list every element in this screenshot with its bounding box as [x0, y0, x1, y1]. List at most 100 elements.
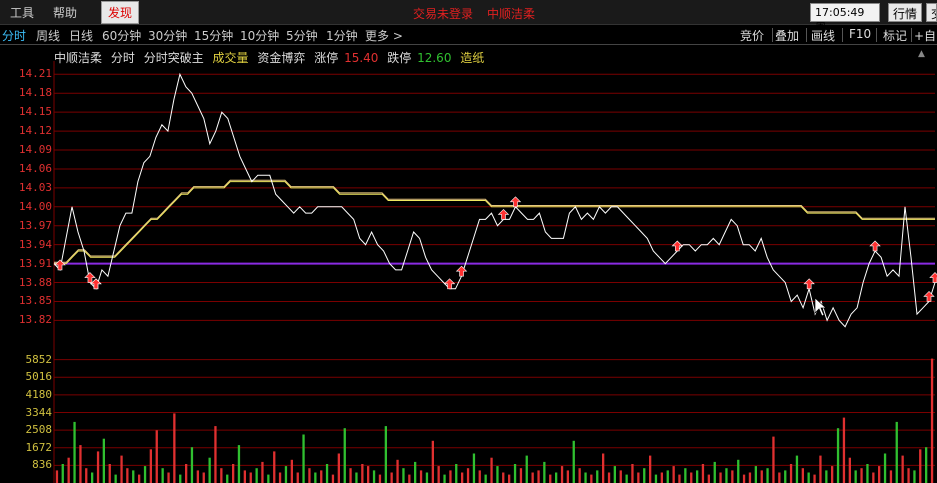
volume-bar: [496, 466, 499, 483]
volume-bar: [549, 474, 552, 483]
volume-bar: [513, 464, 517, 483]
volume-bar: [508, 474, 511, 483]
buy-signal-arrow-icon: [443, 278, 456, 290]
volume-bar: [925, 447, 928, 483]
volume-bar: [607, 472, 611, 483]
volume-bar: [566, 470, 569, 483]
volume-bar: [67, 457, 70, 483]
volume-bar: [889, 470, 893, 483]
volume-bar: [220, 468, 223, 483]
volume-bar: [537, 470, 540, 483]
volume-bar: [367, 466, 370, 483]
volume-bar: [320, 470, 323, 483]
volume-bar: [237, 445, 241, 483]
volume-bar: [378, 474, 382, 483]
volume-bar: [243, 470, 246, 483]
volume-bar: [96, 451, 100, 483]
volume-bar: [232, 464, 235, 483]
volume-bar: [842, 417, 846, 483]
volume-bar: [531, 472, 534, 483]
volume-bar: [907, 468, 910, 483]
volume-bar: [555, 472, 558, 483]
volume-bar: [325, 464, 329, 483]
volume-bar: [784, 470, 787, 483]
volume-bar: [337, 453, 340, 483]
volume-bar: [284, 466, 288, 483]
intraday-chart[interactable]: [0, 0, 937, 483]
volume-bar: [414, 461, 417, 483]
volume-bar: [267, 474, 270, 483]
volume-bar: [831, 466, 834, 483]
volume-bar: [461, 472, 464, 483]
volume-bar: [690, 472, 693, 483]
volume-bar: [138, 474, 141, 483]
volume-bar: [625, 474, 628, 483]
volume-bar: [149, 449, 152, 483]
volume-bar: [560, 466, 564, 483]
volume-bar: [143, 466, 147, 483]
volume-bar: [737, 459, 740, 483]
volume-bar: [261, 461, 264, 483]
volume-bar: [813, 474, 816, 483]
volume-bar: [519, 468, 523, 483]
volume-bar: [713, 461, 716, 483]
volume-bar: [684, 468, 687, 483]
volume-bar: [502, 472, 505, 483]
volume-bar: [525, 455, 528, 483]
volume-bar: [719, 472, 722, 483]
volume-bar: [390, 472, 393, 483]
volume-bar: [725, 468, 728, 483]
volume-bar: [108, 464, 111, 483]
volume-bar: [930, 358, 934, 483]
volume-bar: [707, 474, 710, 483]
volume-bar: [249, 472, 252, 483]
volume-bar: [214, 426, 217, 483]
volume-bar: [308, 468, 311, 483]
volume-bar: [79, 445, 82, 483]
volume-bar: [132, 470, 135, 483]
buy-signal-arrow-icon: [455, 265, 468, 277]
volume-bar: [901, 455, 904, 483]
volume-bar: [883, 453, 887, 483]
volume-bar: [73, 421, 76, 483]
buy-signal-arrow-icon: [803, 278, 815, 290]
buy-signal-arrow-icon: [671, 240, 684, 252]
volume-bar: [361, 464, 364, 483]
volume-bar: [155, 430, 158, 483]
volume-bar: [343, 428, 346, 483]
buy-signal-arrow-icon: [869, 240, 881, 252]
volume-bar: [766, 468, 769, 483]
volume-bar: [807, 472, 810, 483]
volume-bar: [226, 474, 229, 483]
volume-bar: [490, 457, 493, 483]
volume-bar: [872, 472, 875, 483]
volume-bar: [613, 466, 616, 483]
volume-bar: [701, 464, 705, 483]
volume-bar: [296, 472, 299, 483]
volume-bar: [61, 464, 64, 483]
volume-bar: [801, 468, 804, 483]
volume-bar: [836, 428, 840, 483]
volume-bar: [742, 474, 746, 483]
volume-bar: [760, 470, 763, 483]
volume-bar: [637, 472, 640, 483]
volume-bar: [854, 470, 857, 483]
volume-bar: [789, 464, 793, 483]
volume-bar: [196, 470, 199, 483]
volume-bar: [402, 468, 405, 483]
volume-bar: [120, 455, 123, 483]
volume-bar: [449, 470, 452, 483]
volume-bar: [643, 468, 646, 483]
volume-bar: [919, 449, 922, 483]
volume-bar: [355, 472, 358, 483]
volume-bar: [384, 426, 387, 483]
volume-bar: [331, 474, 335, 483]
volume-bar: [860, 468, 863, 483]
avg-line: [54, 181, 935, 265]
volume-bar: [748, 472, 752, 483]
volume-bar: [778, 472, 781, 483]
volume-bar: [913, 470, 916, 483]
buy-signal-arrow-icon: [929, 272, 937, 283]
volume-bar: [85, 468, 88, 483]
volume-bar: [848, 457, 851, 483]
